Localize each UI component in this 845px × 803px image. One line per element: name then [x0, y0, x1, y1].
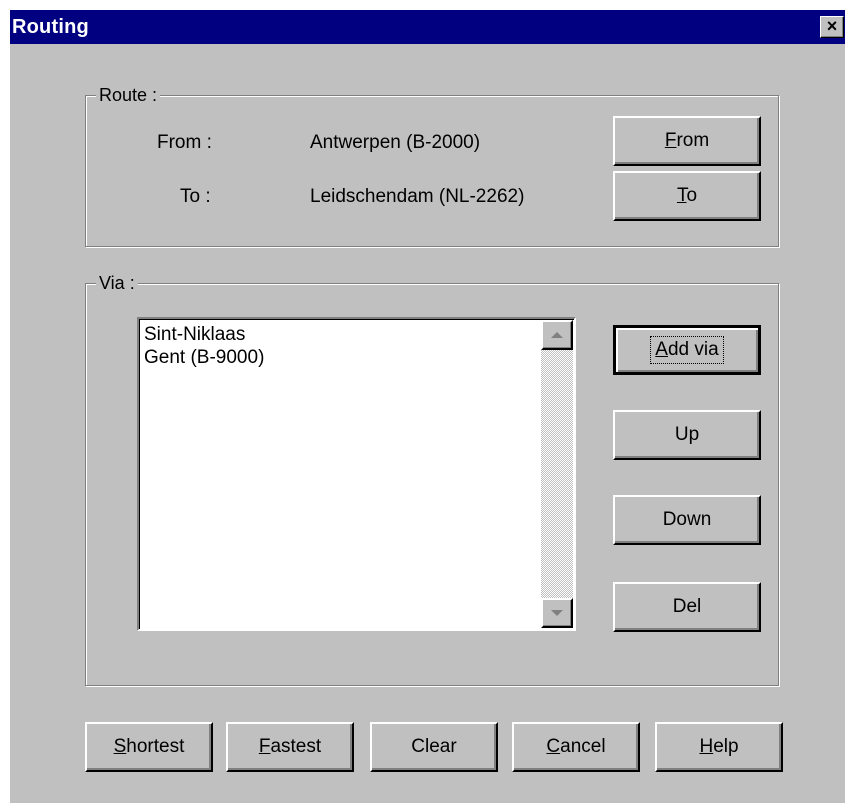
from-label: From : — [157, 132, 212, 153]
delete-button[interactable]: Del — [613, 582, 761, 632]
scroll-down-button[interactable] — [541, 598, 573, 628]
via-group-label: Via : — [96, 272, 138, 294]
clear-button[interactable]: Clear — [370, 722, 498, 772]
from-button[interactable]: From — [613, 116, 761, 166]
shortest-button-label: Shortest — [113, 736, 185, 757]
to-label: To : — [180, 186, 211, 207]
from-value: Antwerpen (B-2000) — [310, 132, 481, 153]
help-button-label: Help — [699, 736, 739, 757]
delete-button-label: Del — [672, 596, 702, 617]
help-button[interactable]: Help — [655, 722, 783, 772]
list-item[interactable]: Sint-Niklaas — [144, 323, 539, 346]
up-button-label: Up — [674, 424, 700, 445]
via-list-scrollbar[interactable] — [541, 320, 573, 628]
cancel-button[interactable]: Cancel — [512, 722, 640, 772]
to-button[interactable]: To — [613, 171, 761, 221]
route-group-label: Route : — [96, 84, 161, 106]
from-button-label: From — [664, 130, 710, 151]
up-button[interactable]: Up — [613, 410, 761, 460]
to-button-label: To — [676, 185, 698, 206]
close-icon: × — [826, 16, 838, 36]
title-bar: Routing × — [10, 10, 845, 44]
scroll-up-arrow-icon — [551, 332, 563, 338]
scroll-up-button[interactable] — [541, 320, 573, 350]
scroll-down-arrow-icon — [551, 610, 563, 616]
clear-button-label: Clear — [411, 736, 457, 757]
fastest-button[interactable]: Fastest — [226, 722, 354, 772]
add-via-button-label: Add via — [650, 336, 724, 364]
add-via-button[interactable]: Add via — [613, 325, 761, 375]
cancel-button-label: Cancel — [546, 736, 606, 757]
via-list-items: Sint-Niklaas Gent (B-9000) — [144, 323, 539, 369]
routing-dialog: Routing × Route : From : Antwerpen (B-20… — [10, 10, 845, 803]
fastest-button-label: Fastest — [258, 736, 322, 757]
close-button[interactable]: × — [820, 16, 844, 38]
via-listbox[interactable]: Sint-Niklaas Gent (B-9000) — [137, 317, 576, 631]
down-button-label: Down — [662, 509, 712, 530]
window-title: Routing — [12, 16, 89, 38]
to-value: Leidschendam (NL-2262) — [310, 186, 525, 207]
list-item[interactable]: Gent (B-9000) — [144, 346, 539, 369]
shortest-button[interactable]: Shortest — [85, 722, 213, 772]
down-button[interactable]: Down — [613, 495, 761, 545]
